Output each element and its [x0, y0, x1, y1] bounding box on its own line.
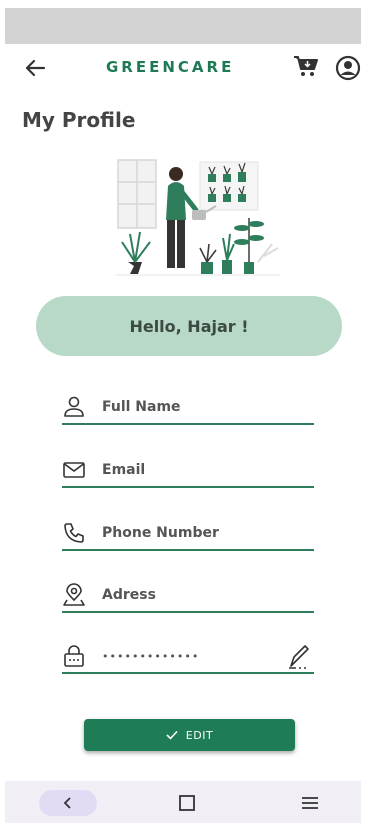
- lock-icon: [64, 645, 84, 667]
- phone-icon: [64, 523, 84, 543]
- phone-field[interactable]: Phone Number: [62, 519, 314, 551]
- gardener-illustration: [116, 159, 280, 276]
- email-field[interactable]: Email: [62, 456, 314, 488]
- password-field[interactable]: •••••••••••••: [62, 642, 314, 674]
- status-bar: [5, 8, 361, 44]
- password-value: •••••••••••••: [102, 650, 200, 663]
- menu-icon[interactable]: [301, 796, 319, 810]
- envelope-icon: [63, 462, 85, 478]
- cart-icon[interactable]: [292, 54, 320, 78]
- back-arrow-icon[interactable]: [22, 56, 50, 80]
- brand-title: GREENCARE: [106, 58, 235, 76]
- page-title: My Profile: [22, 108, 136, 132]
- chevron-left-icon: [63, 797, 71, 809]
- account-icon[interactable]: [335, 55, 361, 81]
- phone-label: Phone Number: [102, 525, 219, 541]
- full-name-label: Full Name: [102, 399, 181, 415]
- address-field[interactable]: Adress: [62, 581, 314, 613]
- location-pin-icon: [63, 583, 85, 606]
- address-label: Adress: [102, 587, 156, 603]
- full-name-field[interactable]: Full Name: [62, 393, 314, 425]
- edit-button[interactable]: EDIT: [84, 719, 295, 751]
- checkmark-icon: [166, 730, 178, 740]
- greeting-banner: Hello, Hajar !: [36, 296, 342, 356]
- edit-button-label: EDIT: [185, 728, 214, 742]
- system-navigation-bar: [5, 781, 361, 823]
- nav-back-button[interactable]: [39, 790, 97, 816]
- email-label: Email: [102, 462, 146, 478]
- app-bar: GREENCARE: [0, 48, 366, 88]
- person-icon: [64, 396, 84, 417]
- pen-icon[interactable]: [286, 642, 312, 670]
- square-icon[interactable]: [179, 795, 195, 811]
